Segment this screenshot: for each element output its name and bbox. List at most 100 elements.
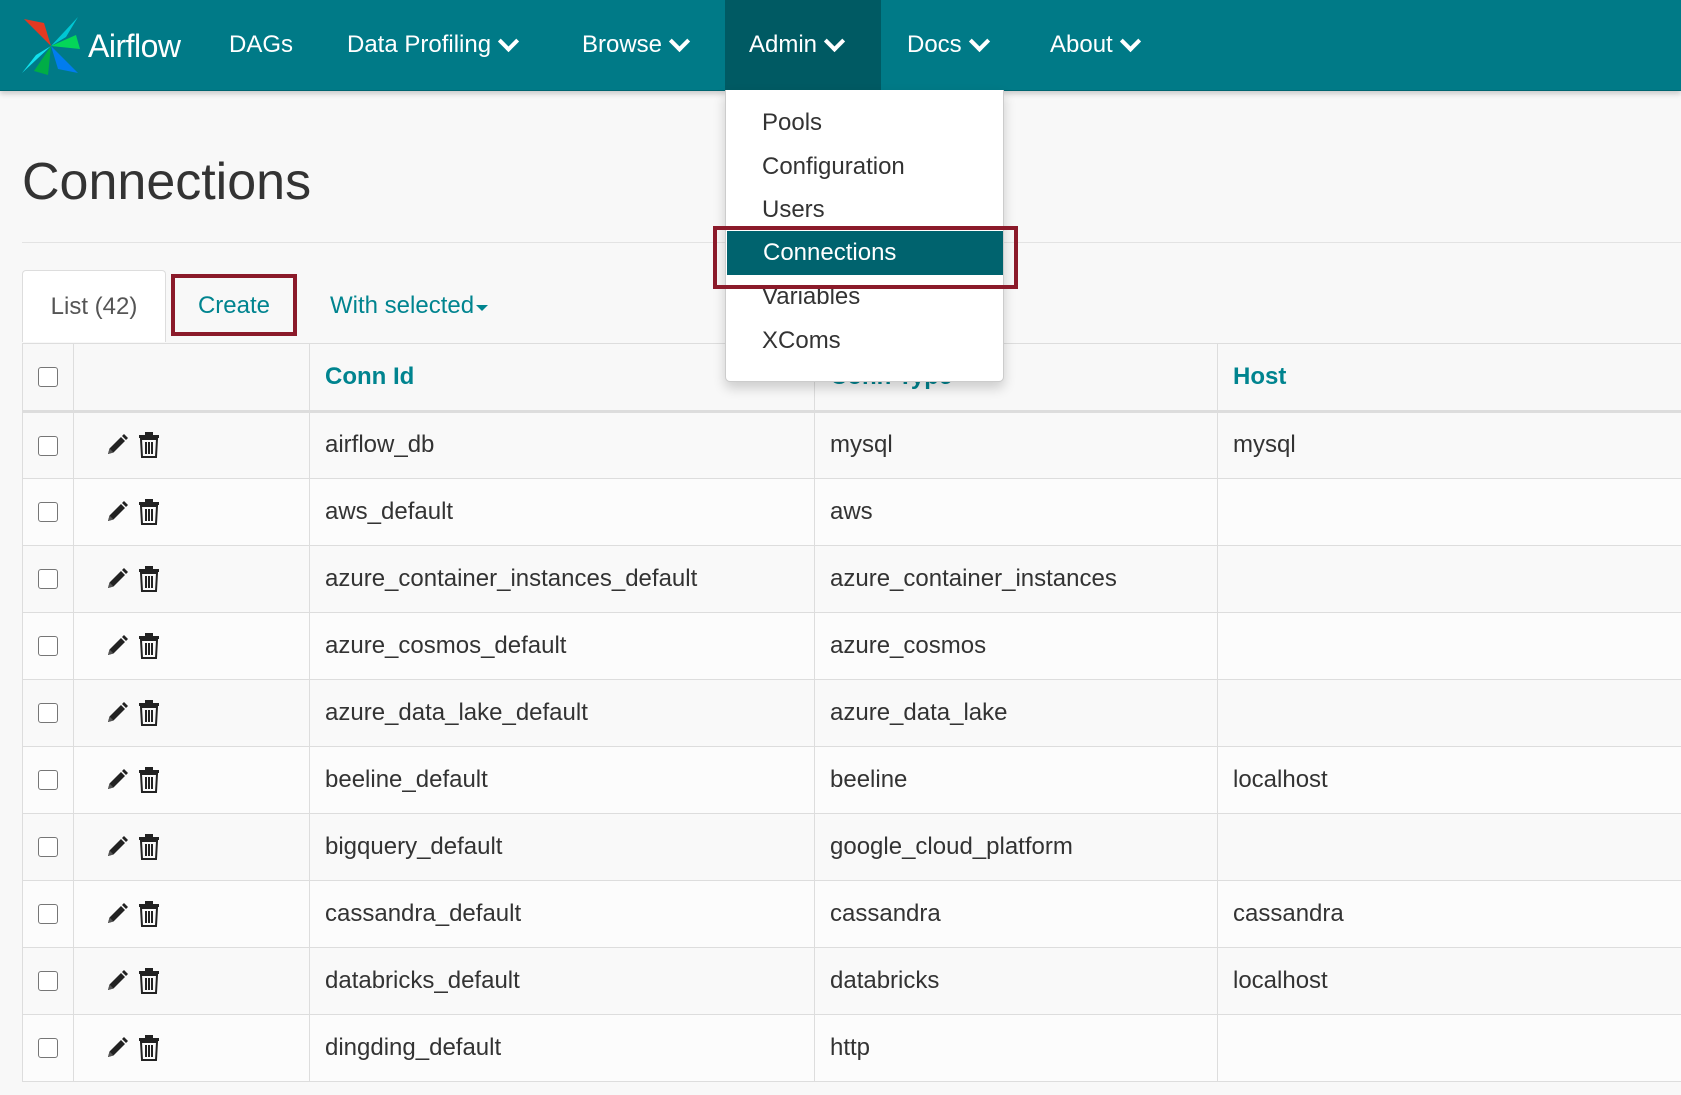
pencil-icon[interactable] <box>105 969 129 993</box>
row-actions-cell <box>73 612 310 680</box>
row-select-cell <box>23 478 74 546</box>
caret-down-icon <box>476 304 489 311</box>
trash-icon[interactable] <box>137 900 161 927</box>
tab-create-label: Create <box>197 292 271 319</box>
cell-host <box>1217 612 1681 680</box>
cell-conn-type: cassandra <box>814 880 1218 948</box>
tab-list[interactable]: List (42) <box>22 270 166 342</box>
cell-conn-type: mysql <box>814 411 1218 479</box>
table-row: dingding_default http <box>23 1014 1681 1082</box>
trash-icon[interactable] <box>137 498 161 525</box>
row-checkbox[interactable] <box>38 569 58 590</box>
trash-icon[interactable] <box>137 833 161 860</box>
pencil-icon[interactable] <box>105 902 129 926</box>
pinwheel-logo-icon <box>22 17 80 75</box>
cell-conn-type: azure_cosmos <box>814 612 1218 680</box>
menu-item-pools[interactable]: Pools <box>726 101 1005 145</box>
pencil-icon[interactable] <box>105 1036 129 1060</box>
menu-item-configuration[interactable]: Configuration <box>726 145 1005 189</box>
pencil-icon[interactable] <box>105 433 129 457</box>
row-select-cell <box>23 813 74 881</box>
trash-icon[interactable] <box>137 766 161 793</box>
cell-host: localhost <box>1217 947 1681 1015</box>
menu-item-connections[interactable]: Connections <box>727 231 1003 275</box>
nav-browse[interactable]: Browse <box>558 0 711 90</box>
trash-icon[interactable] <box>137 699 161 726</box>
row-select-cell <box>23 947 74 1015</box>
row-actions-cell <box>73 947 310 1015</box>
brand-link[interactable]: Airflow <box>20 14 181 78</box>
trash-icon[interactable] <box>137 432 161 458</box>
cell-conn-id: azure_data_lake_default <box>309 679 815 747</box>
select-all-checkbox[interactable] <box>38 367 58 388</box>
pencil-icon[interactable] <box>105 567 129 591</box>
row-checkbox[interactable] <box>38 971 58 992</box>
with-selected-dropdown[interactable]: With selected <box>330 270 489 342</box>
cell-host <box>1217 813 1681 881</box>
nav-dags-label: DAGs <box>229 31 294 58</box>
cell-conn-id: dingding_default <box>309 1014 815 1082</box>
row-actions-cell <box>73 880 310 948</box>
menu-item-users[interactable]: Users <box>726 188 1005 232</box>
row-actions-cell <box>73 411 310 479</box>
row-checkbox[interactable] <box>38 502 58 523</box>
menu-item-variables[interactable]: Variables <box>726 275 1005 319</box>
tab-create[interactable]: Create <box>172 270 296 342</box>
menu-item-xcoms[interactable]: XComs <box>726 319 1005 363</box>
cell-conn-id: azure_container_instances_default <box>309 545 815 613</box>
row-select-cell <box>23 545 74 613</box>
header-host[interactable]: Host <box>1217 344 1681 413</box>
trash-icon[interactable] <box>137 565 161 592</box>
row-checkbox[interactable] <box>38 904 58 925</box>
cell-host: cassandra <box>1217 880 1681 948</box>
nav-dags[interactable]: DAGs <box>205 0 317 90</box>
row-checkbox[interactable] <box>38 703 58 724</box>
pencil-icon[interactable] <box>105 835 129 859</box>
chevron-down-icon <box>968 30 990 52</box>
cell-host <box>1217 478 1681 546</box>
cell-conn-type: google_cloud_platform <box>814 813 1218 881</box>
chevron-down-icon <box>668 30 691 52</box>
trash-icon[interactable] <box>137 967 161 994</box>
table-row: airflow_db mysql mysql <box>23 411 1681 479</box>
row-checkbox[interactable] <box>38 636 58 657</box>
nav-about[interactable]: About <box>1026 0 1162 90</box>
table-row: azure_container_instances_default azure_c… <box>23 545 1681 613</box>
cell-conn-id: airflow_db <box>309 411 815 479</box>
row-select-cell <box>23 1014 74 1082</box>
cell-conn-type: databricks <box>814 947 1218 1015</box>
table-row: bigquery_default google_cloud_platform <box>23 813 1681 881</box>
brand-name: Airflow <box>88 27 181 64</box>
row-checkbox[interactable] <box>38 837 58 858</box>
row-actions-cell <box>73 1014 310 1082</box>
cell-host: localhost <box>1217 746 1681 814</box>
pencil-icon[interactable] <box>105 634 129 658</box>
nav-admin-label: Admin <box>749 31 818 58</box>
trash-icon[interactable] <box>137 1034 161 1061</box>
cell-host <box>1217 679 1681 747</box>
cell-conn-type: beeline <box>814 746 1218 814</box>
chevron-down-icon <box>497 30 520 52</box>
cell-conn-type: azure_container_instances <box>814 545 1218 613</box>
cell-host <box>1217 545 1681 613</box>
nav-docs[interactable]: Docs <box>883 0 1011 90</box>
nav-about-label: About <box>1050 31 1113 58</box>
nav-browse-label: Browse <box>582 31 663 58</box>
row-checkbox[interactable] <box>38 1038 58 1059</box>
row-actions-cell <box>73 679 310 747</box>
table-row: cassandra_default cassandra cassandra <box>23 880 1681 948</box>
cell-conn-id: bigquery_default <box>309 813 815 881</box>
cell-conn-type: aws <box>814 478 1218 546</box>
trash-icon[interactable] <box>137 632 161 659</box>
pencil-icon[interactable] <box>105 500 129 524</box>
pencil-icon[interactable] <box>105 701 129 725</box>
nav-admin[interactable]: Admin <box>725 0 881 90</box>
cell-conn-type: azure_data_lake <box>814 679 1218 747</box>
pencil-icon[interactable] <box>105 768 129 792</box>
connections-table: Conn Id Conn Type Host airflow_dbmysqlmy… <box>22 343 1681 1082</box>
nav-data-profiling[interactable]: Data Profiling <box>323 0 540 90</box>
nav-data-profiling-label: Data Profiling <box>347 31 492 58</box>
row-checkbox[interactable] <box>38 770 58 791</box>
row-actions-cell <box>73 545 310 613</box>
row-checkbox[interactable] <box>38 435 58 456</box>
